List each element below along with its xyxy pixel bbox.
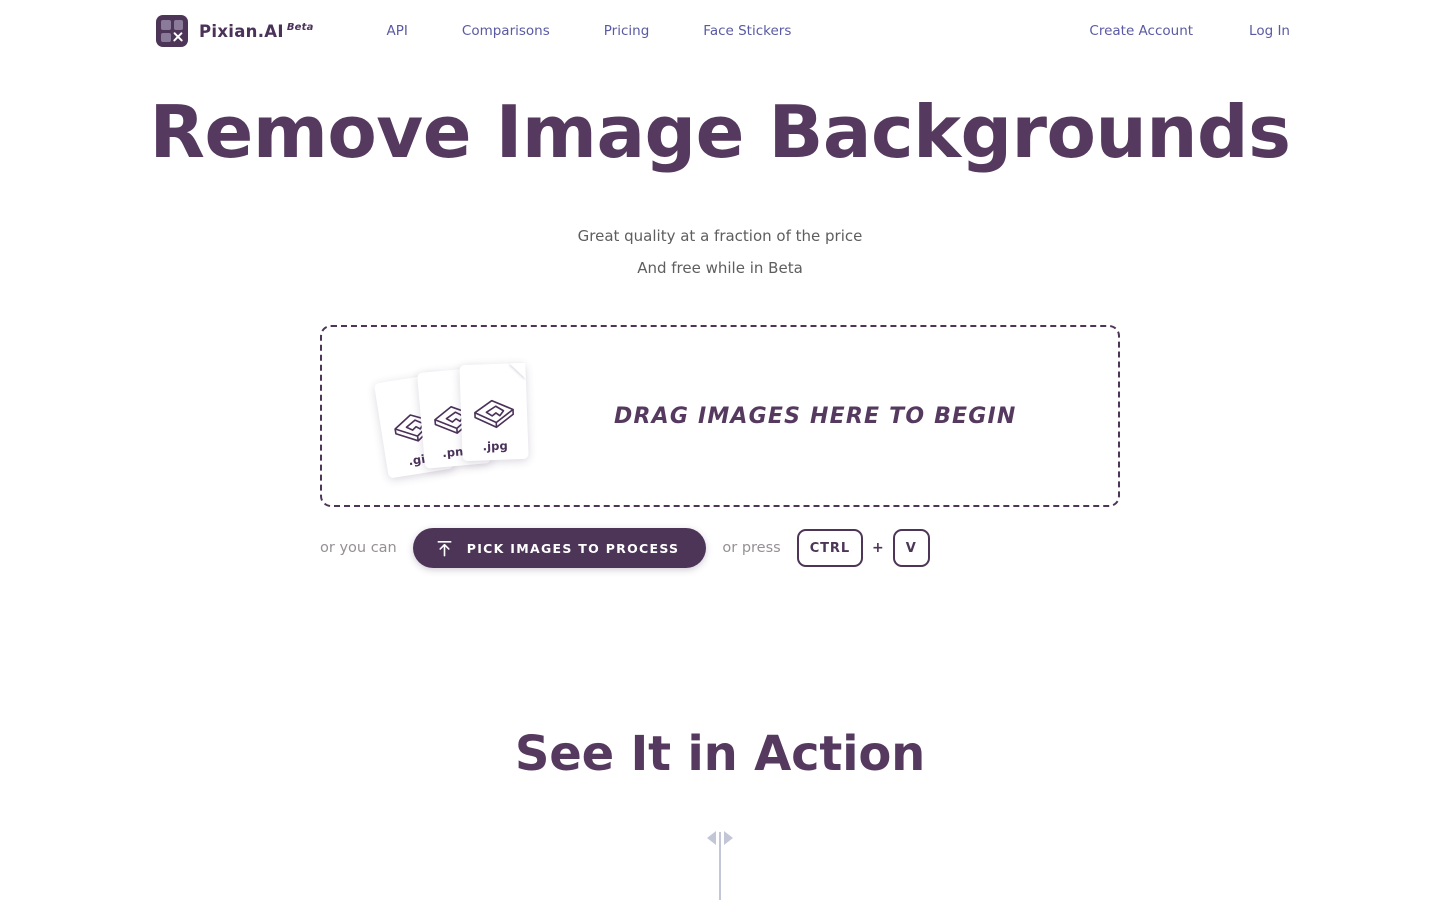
brand-beta-badge: Beta [286,22,314,33]
site-header: Pixian.AI Beta API Comparisons Pricing Fa… [0,0,1440,62]
hero-subtitles: Great quality at a fraction of the price… [0,220,1440,284]
hero-subtitle-quality: Great quality at a fraction of the price [577,227,863,245]
or-you-can-label: or you can [320,540,397,556]
nav-item-api[interactable]: API [360,23,435,39]
key-ctrl[interactable]: CTRL [796,529,864,567]
image-dropzone[interactable]: .gif .png .jpg DRAG IMAGES HERE TO BEGIN [320,325,1120,507]
key-plus-separator: + [872,540,884,556]
nav-item-comparisons[interactable]: Comparisons [435,23,577,39]
logo-cell-tl [161,20,171,30]
nav-item-pricing[interactable]: Pricing [577,23,677,39]
dropzone-wrapper: .gif .png .jpg DRAG IMAGES HERE TO BEGIN [320,325,1120,507]
logo-close-x-icon [174,33,184,43]
chevron-right-icon [724,831,733,845]
brand-logo-link[interactable]: Pixian.AI Beta [156,15,314,47]
page-title: Remove Image Backgrounds [149,90,1291,174]
account-nav: Create Account Log In [1061,23,1290,39]
create-account-link[interactable]: Create Account [1061,23,1221,39]
logo-cell-bl [161,32,171,42]
file-card-stack: .gif .png .jpg [373,356,579,479]
brand-name: Pixian.AI Beta [199,22,314,41]
paste-shortcut-group: CTRL + V [796,529,930,567]
showcase-title: See It in Action [514,726,926,782]
brand-name-text: Pixian.AI [199,21,284,41]
comparison-slider-handle[interactable] [707,831,733,845]
hero-section: Remove Image Backgrounds Great quality a… [0,62,1440,284]
showcase-section: See It in Action [0,726,1440,900]
key-v[interactable]: V [892,529,930,567]
hero-subtitle-beta: And free while in Beta [637,259,803,277]
pick-images-button[interactable]: PICK IMAGES TO PROCESS [412,528,707,568]
photo-file-icon [474,399,514,429]
before-after-comparison[interactable] [380,821,1060,900]
upload-action-row: or you can PICK IMAGES TO PROCESS or pre… [320,528,1120,568]
file-card-ext: .jpg [482,438,509,454]
upload-arrow-icon [437,540,452,556]
log-in-link[interactable]: Log In [1221,23,1290,39]
nav-item-face-stickers[interactable]: Face Stickers [676,23,818,39]
or-press-label: or press [722,540,781,556]
file-card-jpg: .jpg [459,362,529,462]
pixian-logo-icon [156,15,188,47]
main-nav: API Comparisons Pricing Face Stickers [360,23,819,39]
chevron-left-icon [707,831,716,845]
dropzone-label: DRAG IMAGES HERE TO BEGIN [614,403,1017,429]
logo-cell-tr [173,20,183,30]
pick-images-button-label: PICK IMAGES TO PROCESS [466,540,680,556]
